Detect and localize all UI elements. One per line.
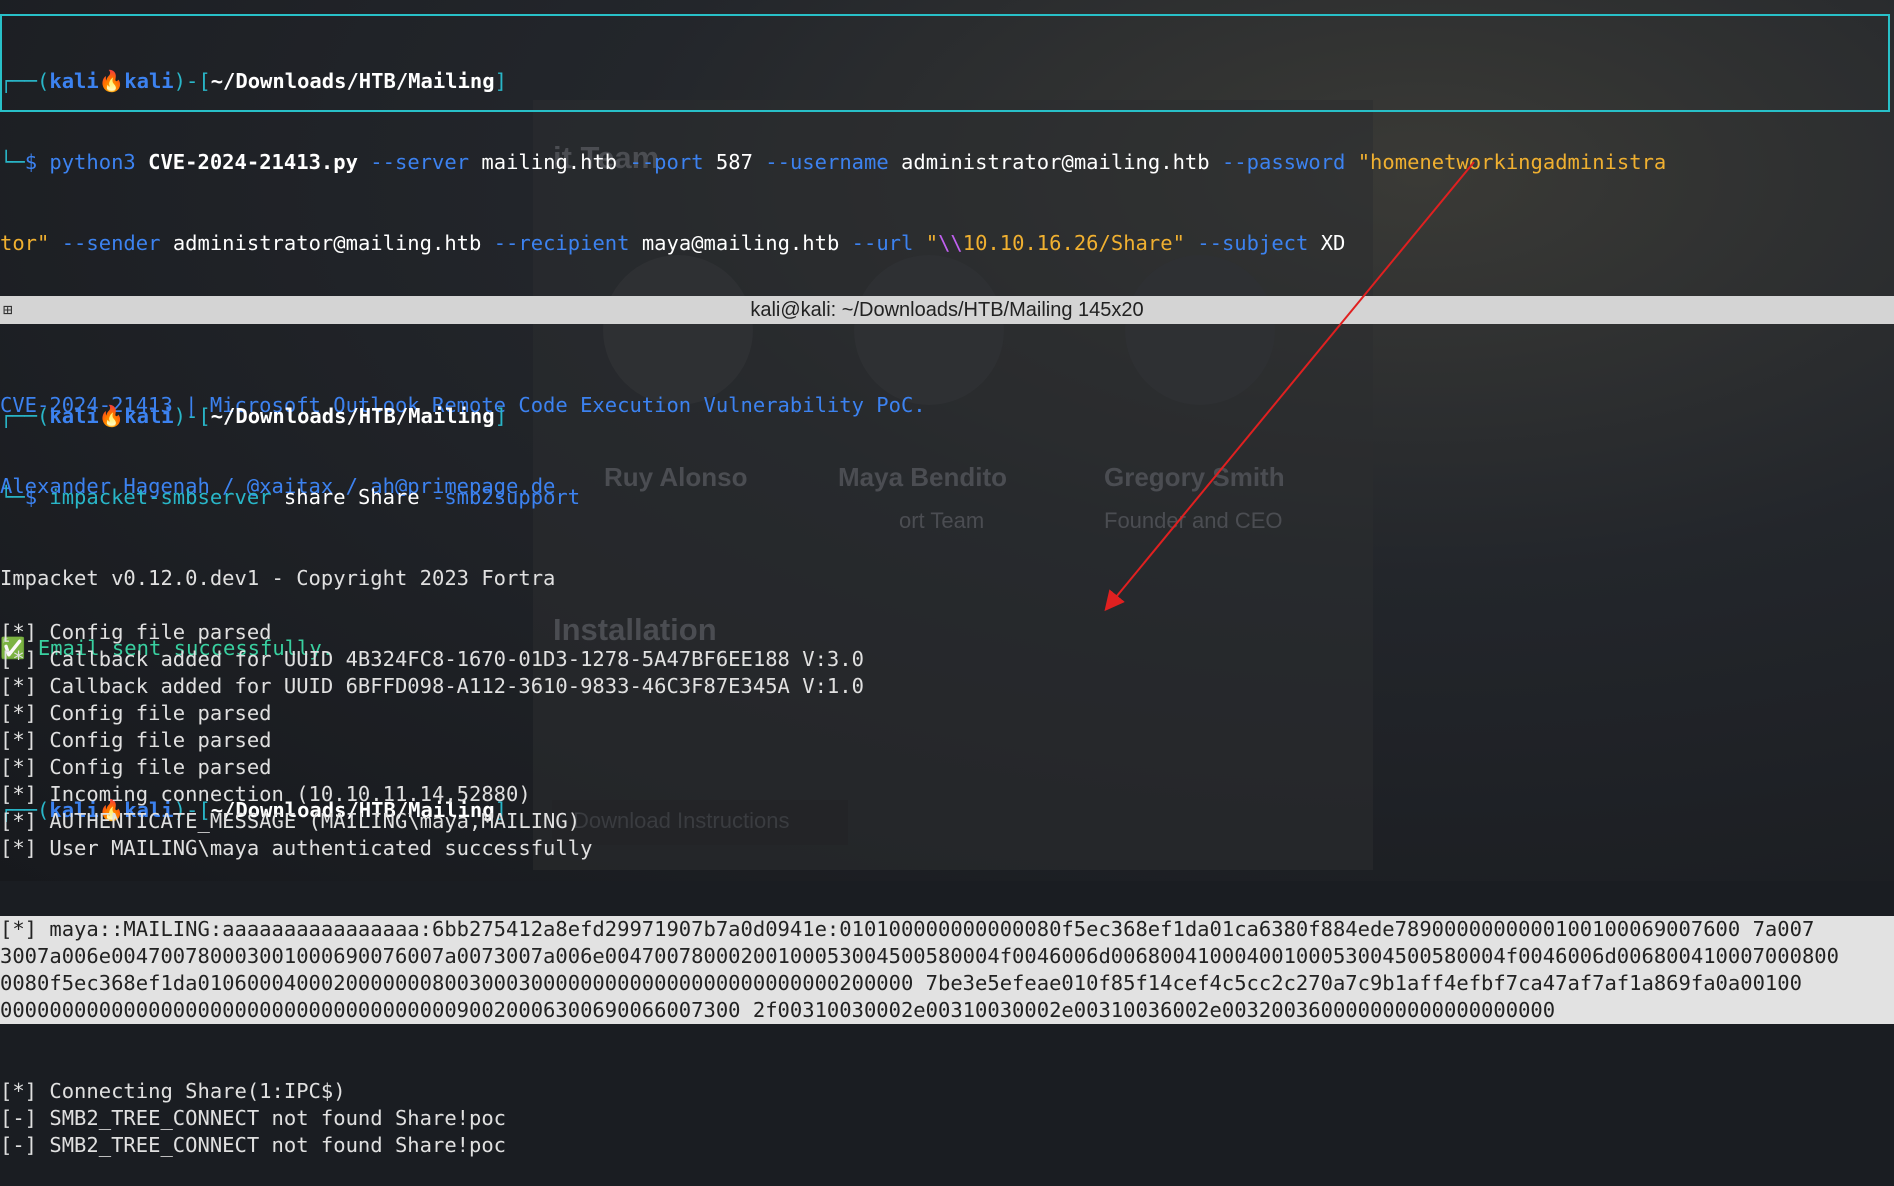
hash-line: 0000000000000000000000000000000000000900… bbox=[0, 998, 1556, 1022]
red-annotation-arrow bbox=[1104, 161, 1475, 612]
hash-line: 0080f5ec368ef1da010600040002000000080030… bbox=[0, 971, 1802, 995]
hash-line: [*] maya::MAILING:aaaaaaaaaaaaaaaa:6bb27… bbox=[0, 917, 1815, 941]
output-line: [-] SMB2_TREE_CONNECT not found Share!po… bbox=[0, 1106, 507, 1130]
ntlm-hash-highlight: [*] maya::MAILING:aaaaaaaaaaaaaaaa:6bb27… bbox=[0, 916, 1894, 1024]
output-line: [-] SMB2_TREE_CONNECT not found Share!po… bbox=[0, 1133, 507, 1157]
smbserver-output-tail: [*] Connecting Share(1:IPC$) [-] SMB2_TRE… bbox=[0, 1078, 1894, 1159]
output-line: [*] Connecting Share(1:IPC$) bbox=[0, 1079, 346, 1103]
hash-line: 3007a006e004700780003001000690076007a007… bbox=[0, 944, 1839, 968]
